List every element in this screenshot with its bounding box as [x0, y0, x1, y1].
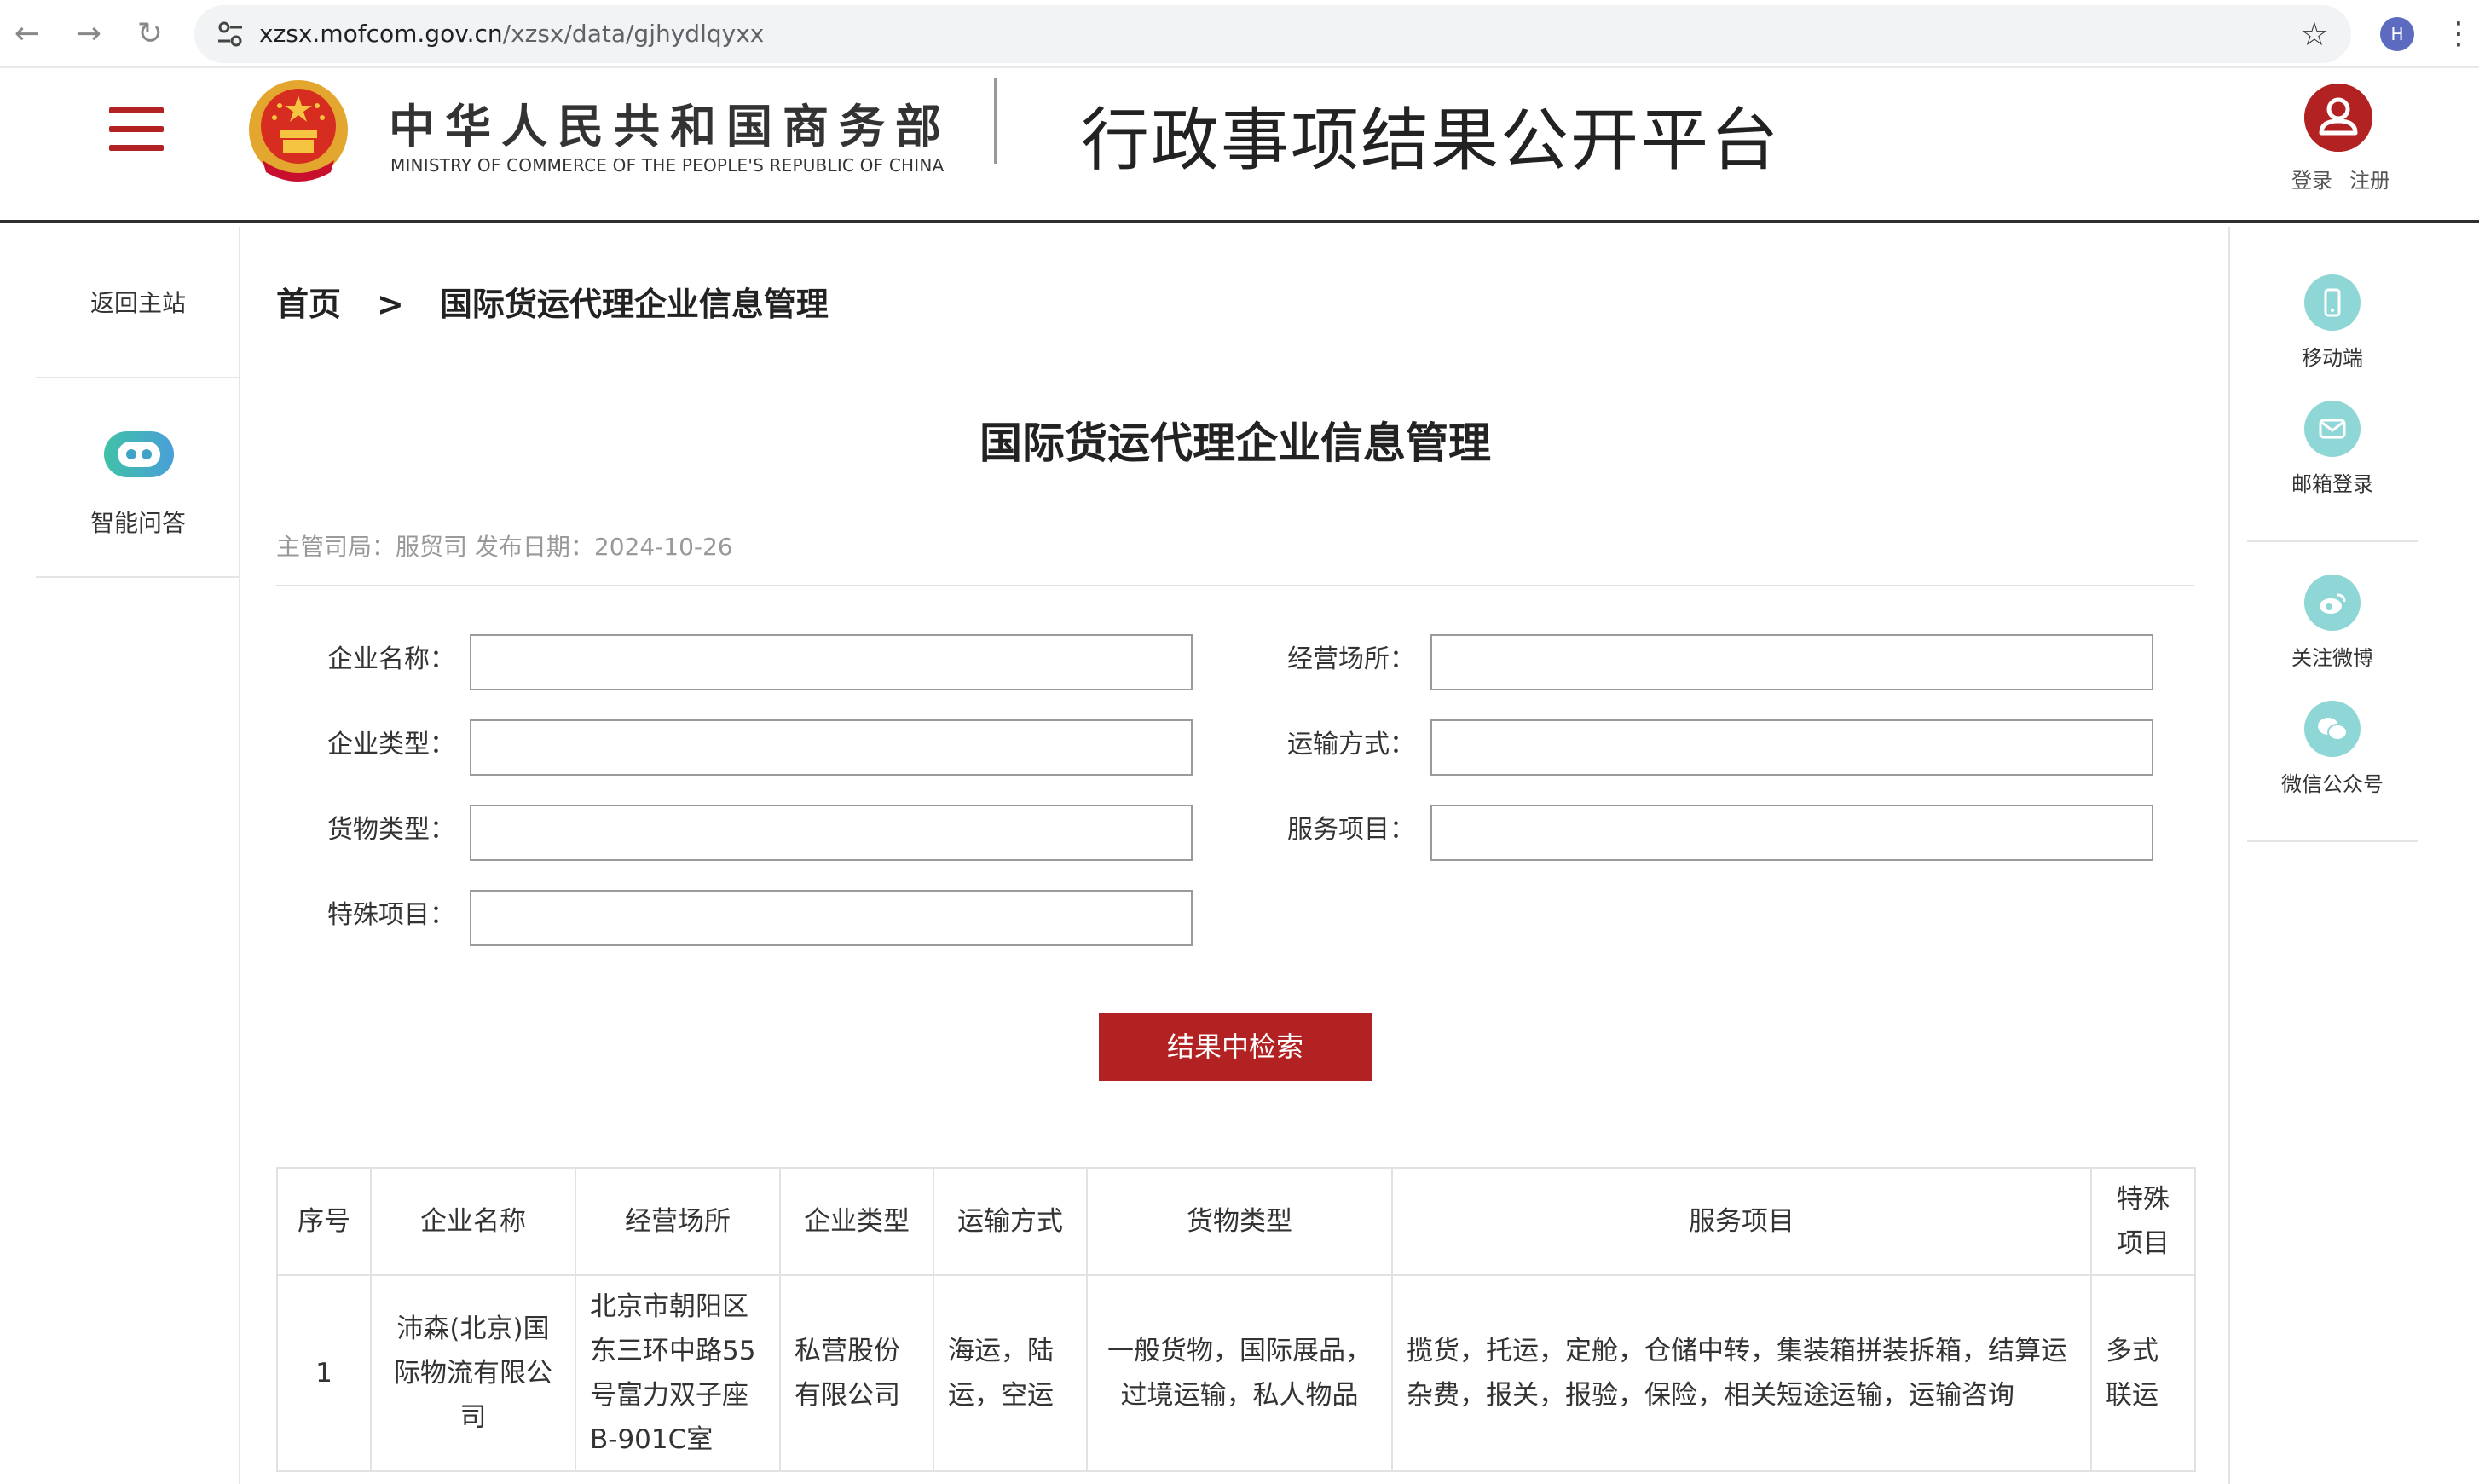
- wechat-icon: [2304, 701, 2361, 757]
- mobile-link[interactable]: 移动端: [2247, 274, 2418, 371]
- cell-service-items: 揽货，托运，定舱，仓储中转，集装箱拼装拆箱，结算运杂费，报关，报验，保险，相关短…: [1391, 1274, 2092, 1472]
- ministry-name-cn: 中华人民共和国商务部: [389, 100, 951, 153]
- hamburger-menu-icon[interactable]: [109, 107, 164, 152]
- column-header-special-items: 特殊项目: [2090, 1167, 2196, 1276]
- special-items-label: 特殊项目：: [327, 900, 455, 930]
- login-link[interactable]: 登录: [2291, 169, 2332, 193]
- profile-avatar[interactable]: H: [2380, 17, 2414, 51]
- cell-company-name: 沛森(北京)国际物流有限公司: [370, 1274, 576, 1472]
- cargo-type-label: 货物类型：: [327, 815, 455, 845]
- robot-icon[interactable]: [101, 426, 177, 482]
- table-row[interactable]: 1 沛森(北京)国际物流有限公司 北京市朝阳区东三环中路55号富力双子座B-90…: [276, 1274, 2196, 1472]
- weibo-link[interactable]: 关注微博: [2247, 575, 2418, 671]
- cell-special-items: 多式联运: [2090, 1274, 2196, 1472]
- column-header-business-place: 经营场所: [575, 1167, 781, 1276]
- results-table: 序号 企业名称 经营场所 企业类型 运输方式 货物类型 服务项目 特殊项目 1 …: [276, 1167, 2196, 1472]
- cell-index: 1: [276, 1274, 372, 1472]
- url-host: xzsx.mofcom.gov.cn: [259, 20, 503, 48]
- weibo-label: 关注微博: [2291, 646, 2373, 670]
- header-divider: [994, 78, 997, 164]
- cell-cargo-type: 一般货物，国际展品，过境运输，私人物品: [1086, 1274, 1393, 1472]
- breadcrumb: 首页 > 国际货运代理企业信息管理: [276, 278, 829, 325]
- mail-login-label: 邮箱登录: [2291, 472, 2373, 496]
- column-header-cargo-type: 货物类型: [1086, 1167, 1393, 1276]
- column-header-service-items: 服务项目: [1391, 1167, 2092, 1276]
- ministry-name-en: MINISTRY OF COMMERCE OF THE PEOPLE'S REP…: [390, 155, 945, 176]
- back-icon[interactable]: ←: [7, 14, 48, 55]
- divider: [2247, 540, 2418, 542]
- mail-login-link[interactable]: 邮箱登录: [2247, 401, 2418, 497]
- right-sidebar: 移动端 邮箱登录 关注微博 微信公众号: [2228, 227, 2479, 1484]
- company-type-label: 企业类型：: [327, 730, 455, 759]
- reload-icon[interactable]: ↻: [130, 14, 170, 55]
- breadcrumb-home[interactable]: 首页: [276, 286, 341, 323]
- divider: [36, 576, 240, 578]
- breadcrumb-separator: >: [377, 286, 404, 323]
- service-items-input[interactable]: [1430, 805, 2153, 861]
- left-sidebar: 返回主站 智能问答: [0, 227, 240, 1484]
- publish-meta: 主管司局：服贸司 发布日期：2024-10-26: [276, 533, 733, 561]
- column-header-transport-mode: 运输方式: [933, 1167, 1088, 1276]
- business-place-label: 经营场所：: [1287, 644, 1415, 674]
- national-emblem-icon: [249, 80, 348, 182]
- column-header-company-type: 企业类型: [779, 1167, 934, 1276]
- forward-icon[interactable]: →: [68, 14, 109, 55]
- platform-title: 行政事项结果公开平台: [1081, 101, 1780, 180]
- cell-business-place: 北京市朝阳区东三环中路55号富力双子座B-901C室: [575, 1274, 781, 1472]
- url-text[interactable]: xzsx.mofcom.gov.cn/xzsx/data/gjhydlqyxx: [259, 5, 764, 63]
- company-name-label: 企业名称：: [327, 644, 455, 674]
- browser-toolbar: ← → ↻ xzsx.mofcom.gov.cn/xzsx/data/gjhyd…: [0, 0, 2479, 68]
- special-items-input[interactable]: [470, 890, 1193, 946]
- table-header-row: 序号 企业名称 经营场所 企业类型 运输方式 货物类型 服务项目 特殊项目: [276, 1167, 2196, 1276]
- ai-qa-link[interactable]: 智能问答: [36, 505, 240, 539]
- cell-company-type: 私营股份有限公司: [779, 1274, 934, 1472]
- user-icon[interactable]: [2304, 84, 2372, 152]
- wechat-label: 微信公众号: [2281, 772, 2384, 796]
- star-icon[interactable]: ☆: [2300, 14, 2329, 55]
- mail-icon: [2304, 401, 2361, 457]
- business-place-input[interactable]: [1430, 634, 2153, 690]
- register-link[interactable]: 注册: [2349, 169, 2390, 193]
- site-header: 中华人民共和国商务部 MINISTRY OF COMMERCE OF THE P…: [0, 70, 2479, 223]
- auth-links: 登录 注册: [2291, 164, 2390, 193]
- search-in-results-button[interactable]: 结果中检索: [1099, 1013, 1372, 1081]
- company-type-input[interactable]: [470, 719, 1193, 776]
- column-header-index: 序号: [276, 1167, 372, 1276]
- mobile-label: 移动端: [2302, 346, 2363, 370]
- mobile-icon: [2304, 274, 2361, 331]
- cell-transport-mode: 海运，陆运，空运: [933, 1274, 1088, 1472]
- service-items-label: 服务项目：: [1287, 815, 1415, 845]
- kebab-menu-icon[interactable]: ⋮: [2443, 14, 2474, 55]
- column-header-company-name: 企业名称: [370, 1167, 576, 1276]
- url-path: /xzsx/data/gjhydlqyxx: [502, 20, 765, 48]
- divider: [36, 377, 240, 378]
- tune-icon[interactable]: [213, 17, 247, 51]
- divider: [2247, 840, 2418, 842]
- page-title: 国际货运代理企业信息管理: [979, 419, 1491, 468]
- address-bar[interactable]: xzsx.mofcom.gov.cn/xzsx/data/gjhydlqyxx …: [194, 5, 2351, 63]
- transport-mode-input[interactable]: [1430, 719, 2153, 776]
- transport-mode-label: 运输方式：: [1287, 730, 1415, 759]
- back-home-link[interactable]: 返回主站: [36, 285, 240, 319]
- wechat-link[interactable]: 微信公众号: [2247, 701, 2418, 797]
- divider: [276, 585, 2194, 586]
- breadcrumb-current[interactable]: 国际货运代理企业信息管理: [440, 286, 829, 323]
- cargo-type-input[interactable]: [470, 805, 1193, 861]
- company-name-input[interactable]: [470, 634, 1193, 690]
- weibo-icon: [2304, 575, 2361, 631]
